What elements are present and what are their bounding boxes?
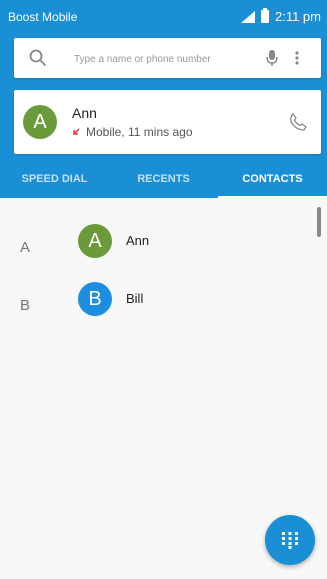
battery-icon bbox=[260, 8, 269, 23]
avatar: A bbox=[23, 105, 57, 139]
phone-icon[interactable] bbox=[288, 112, 308, 132]
clock: 2:11 pm bbox=[274, 9, 321, 24]
tab-speed-dial[interactable]: SPEED DIAL bbox=[0, 162, 109, 198]
carrier-label: Boost Mobile bbox=[8, 10, 78, 24]
recent-call-detail-text: Mobile, 11 mins ago bbox=[86, 125, 193, 139]
signal-icon bbox=[239, 10, 255, 23]
search-icon[interactable] bbox=[28, 48, 48, 68]
section-letter: A bbox=[20, 239, 31, 256]
section-letter: B bbox=[20, 297, 31, 314]
scrollbar[interactable] bbox=[317, 207, 321, 237]
recent-call-detail: Mobile, 11 mins ago bbox=[72, 125, 193, 139]
contact-name: Bill bbox=[126, 291, 144, 306]
search-bar[interactable] bbox=[14, 38, 321, 78]
avatar: B bbox=[78, 282, 112, 316]
recent-caller-name: Ann bbox=[72, 105, 97, 121]
missed-call-icon bbox=[73, 127, 80, 135]
status-icons: 2:11 pm bbox=[239, 8, 321, 24]
contact-name: Ann bbox=[126, 233, 150, 248]
more-vert-icon[interactable] bbox=[292, 48, 302, 68]
tab-bar: SPEED DIAL RECENTS CONTACTS bbox=[0, 162, 327, 198]
list-item[interactable]: B B Bill bbox=[0, 282, 310, 334]
dialpad-button[interactable] bbox=[265, 515, 315, 565]
recent-call-card[interactable]: A Ann Mobile, 11 mins ago bbox=[14, 90, 321, 154]
dialpad-icon bbox=[282, 532, 298, 549]
search-input[interactable] bbox=[72, 46, 266, 72]
status-bar: Boost Mobile 2:11 pm bbox=[0, 0, 327, 33]
tab-recents[interactable]: RECENTS bbox=[109, 162, 218, 198]
list-item[interactable]: A A Ann bbox=[0, 224, 310, 276]
mic-icon[interactable] bbox=[265, 48, 279, 68]
tab-contacts[interactable]: CONTACTS bbox=[218, 162, 327, 198]
avatar: A bbox=[78, 224, 112, 258]
